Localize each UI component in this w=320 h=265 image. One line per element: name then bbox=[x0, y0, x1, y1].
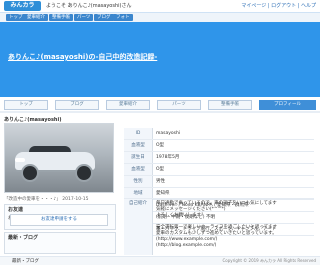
profile-row-birthday: 誕生日 1978年5月 bbox=[124, 152, 314, 164]
footer-copyright: Copyright © 2019 みんカラ All Rights Reserve… bbox=[222, 258, 316, 263]
profile-row-blood: 血液型 O型 bbox=[124, 140, 314, 152]
profile-value-birthday: 1978年5月 bbox=[156, 155, 180, 160]
profile-label-blood-2: 血液型 bbox=[124, 164, 153, 175]
tab-top[interactable]: トップ bbox=[4, 100, 48, 110]
photo-caption: 「改造中の愛車を・・・♪」 2017-10-15 bbox=[4, 197, 89, 202]
left-column: ありんこ♪(masayoshi) bbox=[4, 116, 114, 193]
nav-item-top[interactable]: トップ bbox=[6, 14, 26, 21]
car-headlight-graphic bbox=[15, 158, 25, 162]
profile-value-gender: 男性 bbox=[156, 179, 165, 184]
car-wheel-right-graphic bbox=[75, 164, 93, 182]
bio-box: 自己紹介 毎日通勤で乗っているので、車の調子をいつも気にしてます 気軽にメッセー… bbox=[124, 198, 314, 255]
bio-text: 毎日通勤で乗っているので、車の調子をいつも気にしてます 気軽にメッセージください… bbox=[156, 201, 278, 248]
nav-item-maintenance[interactable]: 整備手帳 bbox=[49, 14, 73, 21]
tab-maintenance[interactable]: 整備手帳 bbox=[208, 100, 252, 110]
profile-label-id: ID bbox=[124, 128, 153, 139]
hero-banner: ありんこ♪(masayoshi)の-自己中的改造記録- bbox=[0, 22, 320, 97]
latest-blog-panel: 最新・ブログ bbox=[4, 232, 116, 254]
nav-item-photo[interactable]: フォト bbox=[113, 14, 133, 21]
tab-car[interactable]: 愛車紹介 bbox=[106, 100, 150, 110]
tab-profile[interactable]: プロフィール bbox=[259, 100, 316, 110]
car-photo[interactable] bbox=[4, 123, 114, 193]
profile-label-blood: 血液型 bbox=[124, 140, 153, 151]
tabs-separator bbox=[0, 111, 320, 113]
profile-row-blood-2: 血液型 O型 bbox=[124, 164, 314, 176]
welcome-text: ようこそ ありんこ♪(masayoshi)さん bbox=[46, 3, 132, 9]
nav-item-car[interactable]: 愛車紹介 bbox=[24, 14, 48, 21]
profile-value-id: masayoshi bbox=[156, 131, 181, 136]
profile-value-blood-2: O型 bbox=[156, 167, 165, 172]
profile-label-gender: 性別 bbox=[124, 176, 153, 187]
top-bar: みんカラ ようこそ ありんこ♪(masayoshi)さん マイページ | ログア… bbox=[0, 0, 320, 13]
site-logo[interactable]: みんカラ bbox=[4, 1, 41, 11]
profile-value-blood: O型 bbox=[156, 143, 165, 148]
nav-item-blog[interactable]: ブログ bbox=[94, 14, 114, 21]
hero-title-link[interactable]: ありんこ♪(masayoshi)の-自己中的改造記録- bbox=[8, 52, 157, 62]
top-links[interactable]: マイページ | ログアウト | ヘルプ bbox=[241, 2, 316, 9]
latest-blog-title: 最新・ブログ bbox=[8, 235, 39, 241]
footer-left-link[interactable]: 最新・ブログ bbox=[12, 258, 39, 264]
friends-panel-title: お友達 bbox=[8, 207, 24, 213]
profile-row-gender: 性別 男性 bbox=[124, 176, 314, 188]
nav-item-parts[interactable]: パーツ bbox=[74, 14, 94, 21]
profile-row-id: ID masayoshi bbox=[124, 128, 314, 140]
profile-tabs: トップ ブログ 愛車紹介 パーツ 整備手帳 プロフィール bbox=[0, 100, 320, 110]
car-wheel-left-graphic bbox=[21, 164, 39, 182]
profile-label-birthday: 誕生日 bbox=[124, 152, 153, 163]
bio-label: 自己紹介 bbox=[124, 199, 153, 255]
friend-request-button[interactable]: お友達申請をする bbox=[10, 214, 108, 226]
tab-parts[interactable]: パーツ bbox=[157, 100, 201, 110]
tab-blog[interactable]: ブログ bbox=[55, 100, 99, 110]
profile-name: ありんこ♪(masayoshi) bbox=[4, 117, 62, 123]
